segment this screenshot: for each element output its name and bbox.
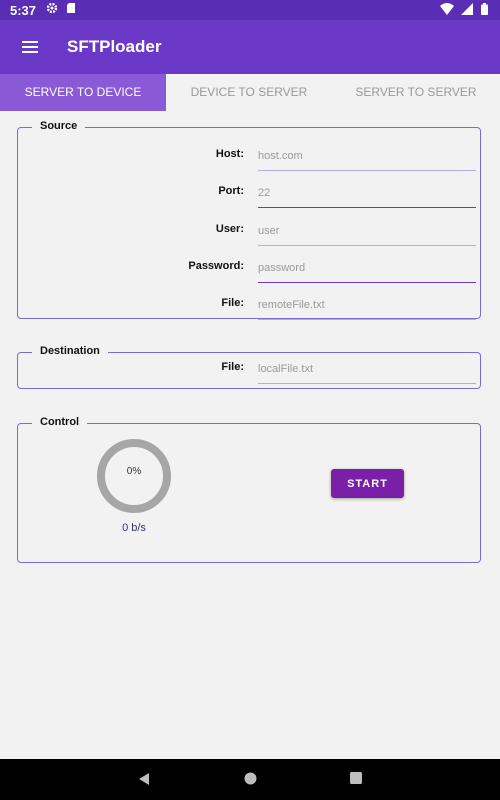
signal-icon [461,3,474,15]
gear-icon [46,2,58,14]
port-input[interactable] [258,179,476,208]
menu-icon[interactable] [20,37,40,57]
remote-file-row: File: [18,291,480,321]
battery-icon [481,3,488,15]
destination-group: Destination File: [17,345,481,389]
source-title: Source [32,120,86,132]
tab-device-to-server[interactable]: DEVICE TO SERVER [166,74,332,111]
local-file-label: File: [221,361,244,373]
user-row: User: [18,217,480,247]
transfer-speed: 0 b/s [122,522,146,534]
password-input[interactable] [258,254,476,283]
status-time: 5:37 [10,3,37,18]
system-nav-bar [0,759,500,800]
app-toolbar: SFTPloader [0,20,500,74]
sd-card-icon [66,3,75,13]
password-label: Password: [188,260,244,272]
remote-file-label: File: [221,297,244,309]
control-title: Control [32,416,88,428]
app-title: SFTPloader [67,37,162,56]
local-file-row: File: [18,355,480,385]
port-row: Port: [18,179,480,209]
source-group: Source Host: Port: User: Password: File: [17,120,481,321]
local-file-input[interactable] [258,355,476,384]
tab-bar: SERVER TO DEVICE DEVICE TO SERVER SERVER… [0,74,500,111]
user-input[interactable] [258,217,476,246]
start-button[interactable]: START [331,469,404,498]
home-icon[interactable] [244,772,257,785]
recents-icon[interactable] [350,772,362,784]
back-icon[interactable] [137,772,151,786]
user-label: User: [215,223,244,235]
status-bar: 5:37 [0,0,500,20]
progress-percent: 0% [126,466,142,477]
remote-file-input[interactable] [258,291,476,320]
host-label: Host: [215,148,244,160]
host-input[interactable] [258,142,476,171]
port-label: Port: [218,185,244,197]
tab-server-to-device[interactable]: SERVER TO DEVICE [0,74,166,111]
password-row: Password: [18,254,480,284]
control-group: Control 0% 0 b/s START [17,416,481,563]
wifi-icon [439,3,454,15]
tab-server-to-server[interactable]: SERVER TO SERVER [333,74,499,111]
host-row: Host: [18,142,480,172]
